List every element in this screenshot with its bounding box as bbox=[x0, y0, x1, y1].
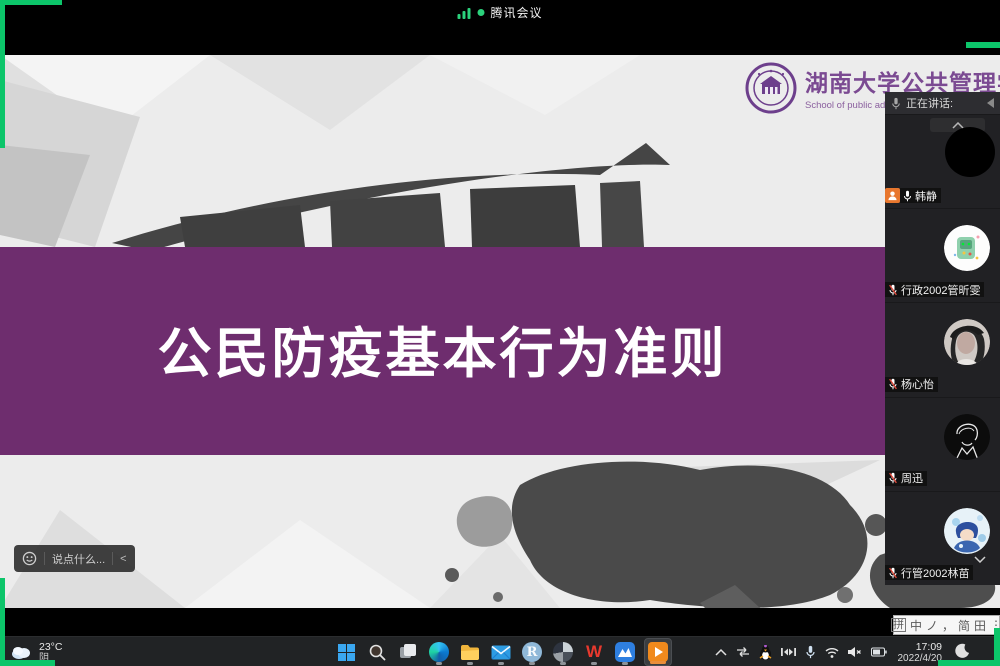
photos-globe-icon bbox=[553, 642, 573, 662]
windows-taskbar: 23°C 阴 bbox=[0, 636, 1000, 666]
participants-panel: 正在讲话: bbox=[885, 92, 1000, 585]
meeting-app-title: 腾讯会议 bbox=[490, 4, 542, 21]
slide-title-text: 公民防疫基本行为准则 bbox=[0, 318, 885, 388]
start-button[interactable] bbox=[334, 638, 358, 666]
mail-button[interactable] bbox=[489, 638, 513, 666]
system-tray: 17:09 2022/4/20 bbox=[715, 637, 943, 666]
file-explorer-button[interactable] bbox=[458, 638, 482, 666]
wps-icon: W bbox=[586, 643, 602, 661]
record-border-icon bbox=[0, 578, 5, 666]
ime-cn-mode-icon[interactable]: 中 bbox=[910, 617, 922, 634]
mic-muted-icon bbox=[888, 284, 898, 296]
chat-placeholder[interactable]: 说点什么... bbox=[52, 551, 105, 567]
record-border-icon bbox=[966, 42, 1000, 48]
presentation-play-icon bbox=[648, 642, 668, 662]
chat-collapse-button[interactable]: < bbox=[120, 553, 126, 565]
mic-muted-icon bbox=[888, 378, 898, 390]
taskbar-clock[interactable]: 17:09 2022/4/20 bbox=[898, 641, 943, 664]
chat-divider bbox=[44, 552, 45, 565]
r-app-icon: R bbox=[522, 642, 542, 662]
bottom-strip bbox=[0, 608, 1000, 636]
cloud-docs-button[interactable] bbox=[613, 638, 637, 666]
ime-punct-icon[interactable]: ， bbox=[942, 617, 954, 634]
university-seal-icon bbox=[745, 62, 797, 114]
emoji-icon[interactable] bbox=[22, 551, 37, 566]
folder-icon bbox=[460, 644, 480, 661]
avatar bbox=[944, 225, 990, 271]
clock-time: 17:09 bbox=[898, 641, 943, 653]
focus-assist-indicator[interactable] bbox=[955, 643, 970, 659]
hidden-icons-chevron-icon[interactable] bbox=[715, 648, 727, 656]
participant-name: 周迅 bbox=[901, 470, 923, 486]
participant-tile[interactable]: 行政2002管昕雯 bbox=[885, 208, 1000, 302]
participant-tile[interactable]: 韩静 bbox=[885, 114, 1000, 208]
microphone-tray-icon[interactable] bbox=[805, 645, 816, 659]
speaking-label: 正在讲话: bbox=[906, 95, 953, 111]
weather-temp: 23°C bbox=[39, 641, 62, 653]
participant-name: 行政2002管昕雯 bbox=[901, 282, 980, 298]
speaking-mic-icon bbox=[891, 97, 901, 110]
meeting-top-bar: 腾讯会议 bbox=[0, 0, 1000, 55]
battery-icon[interactable] bbox=[871, 647, 887, 657]
record-border-icon bbox=[0, 660, 55, 666]
search-button[interactable] bbox=[365, 638, 389, 666]
task-view-icon bbox=[399, 643, 417, 661]
ime-keyboard-icon[interactable]: 田 bbox=[974, 617, 986, 634]
cloud-icon bbox=[10, 644, 32, 660]
participant-tile[interactable]: 周迅 bbox=[885, 397, 1000, 491]
task-view-button[interactable] bbox=[396, 638, 420, 666]
ime-simplified-icon[interactable]: 简 bbox=[958, 617, 970, 634]
participant-tile[interactable]: 杨心怡 bbox=[885, 302, 1000, 396]
avatar bbox=[944, 319, 990, 365]
edge-browser-button[interactable] bbox=[427, 638, 451, 666]
ime-toolbar[interactable]: 拼 中 ノ ， 简 田 ⋮ bbox=[893, 615, 1000, 635]
search-icon bbox=[368, 643, 386, 661]
screen: 公民防疫基本行为准则 湖南大学公共管理学院 School of public a… bbox=[0, 0, 1000, 666]
record-border-icon bbox=[938, 660, 1000, 666]
windows-logo-icon bbox=[338, 644, 355, 661]
chat-divider bbox=[112, 552, 113, 565]
network-sync-icon[interactable] bbox=[736, 646, 750, 658]
taskbar-apps: R W bbox=[334, 638, 672, 666]
signal-strength-icon bbox=[457, 7, 471, 19]
avatar bbox=[945, 127, 995, 177]
collapse-down-control[interactable] bbox=[974, 556, 986, 563]
meeting-status[interactable]: 腾讯会议 bbox=[457, 4, 542, 21]
chat-input-bar[interactable]: 说点什么... < bbox=[14, 545, 135, 572]
mic-muted-icon bbox=[888, 472, 898, 484]
participant-tile[interactable]: 行管2002林苗 bbox=[885, 491, 1000, 585]
presentation-app-button[interactable] bbox=[644, 638, 672, 666]
media-tray-icon[interactable] bbox=[781, 646, 796, 658]
speaking-header: 正在讲话: bbox=[885, 92, 1000, 114]
mountain-app-icon bbox=[615, 642, 635, 662]
moon-icon bbox=[955, 643, 970, 659]
panel-arrow-icon[interactable] bbox=[987, 98, 994, 108]
ime-pinyin-icon[interactable]: 拼 bbox=[891, 618, 906, 632]
chevron-down-icon[interactable] bbox=[974, 556, 986, 563]
participant-name: 韩静 bbox=[915, 188, 937, 204]
mic-muted-icon bbox=[888, 567, 898, 579]
record-border-icon bbox=[0, 0, 62, 5]
wps-office-button[interactable]: W bbox=[582, 638, 606, 666]
record-border-icon bbox=[0, 0, 5, 148]
r-app-button[interactable]: R bbox=[520, 638, 544, 666]
clock-date: 2022/4/20 bbox=[898, 653, 943, 664]
host-badge-icon bbox=[885, 188, 900, 203]
participant-name: 杨心怡 bbox=[901, 376, 934, 392]
mail-icon bbox=[491, 645, 511, 660]
participant-name: 行管2002林苗 bbox=[901, 565, 969, 581]
volume-muted-icon[interactable] bbox=[848, 646, 862, 658]
avatar bbox=[944, 414, 990, 460]
qq-penguin-icon[interactable] bbox=[759, 645, 772, 660]
edge-icon bbox=[429, 642, 449, 662]
ime-shape-icon[interactable]: ノ bbox=[926, 617, 938, 634]
mic-on-icon bbox=[903, 190, 912, 202]
photos-app-button[interactable] bbox=[551, 638, 575, 666]
avatar bbox=[944, 508, 990, 554]
wifi-icon[interactable] bbox=[825, 647, 839, 658]
recording-dot-icon bbox=[477, 9, 484, 16]
